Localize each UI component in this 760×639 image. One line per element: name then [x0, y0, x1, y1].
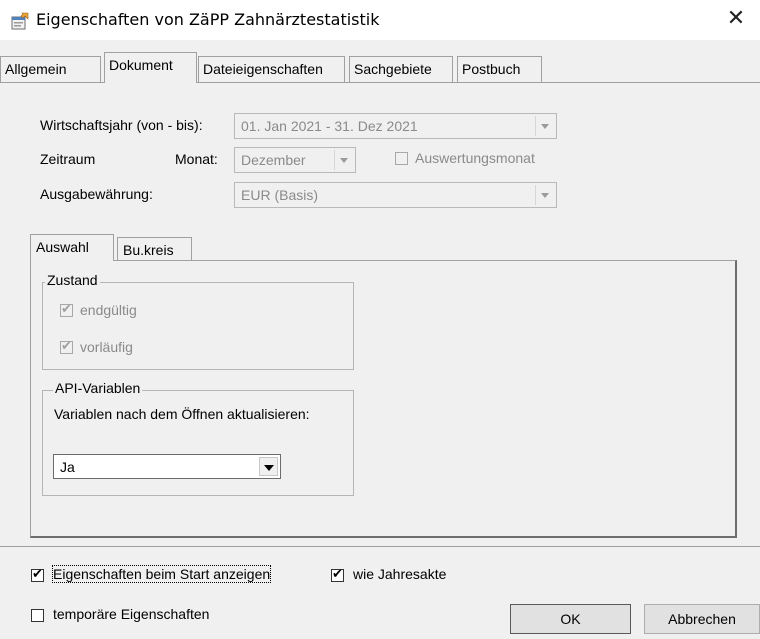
properties-icon: [11, 12, 29, 30]
preliminary-checkbox[interactable]: ✔: [60, 339, 73, 354]
temporary-properties-checkbox[interactable]: [31, 609, 44, 622]
final-label: endgültig: [80, 302, 137, 318]
checkmark-icon: ✔: [32, 567, 43, 582]
evaluation-month-label: Auswertungsmonat: [415, 150, 535, 166]
fiscal-year-value: 01. Jan 2021 - 31. Dez 2021: [241, 118, 418, 134]
final-checkbox[interactable]: ✔: [60, 302, 73, 317]
tab-postbuch[interactable]: Postbuch: [457, 56, 542, 82]
month-value: Dezember: [241, 152, 306, 168]
month-label: Monat:: [175, 151, 218, 167]
state-groupbox: [42, 282, 354, 370]
preliminary-label: vorläufig: [80, 339, 133, 355]
chevron-down-icon[interactable]: [535, 185, 554, 205]
tab-allgemein[interactable]: Allgemein: [0, 56, 101, 82]
ok-button[interactable]: OK: [510, 604, 631, 634]
window-title: Eigenschaften von ZäPP Zahnärztestatisti…: [36, 10, 380, 29]
evaluation-month-checkbox[interactable]: [395, 152, 408, 165]
tab-sachgebiete[interactable]: Sachgebiete: [349, 56, 453, 82]
period-label: Zeitraum: [40, 151, 96, 167]
checkmark-icon: ✔: [61, 339, 72, 354]
footer-separator: [0, 546, 760, 547]
checkmark-icon: ✔: [61, 302, 72, 317]
currency-combo[interactable]: EUR (Basis): [234, 182, 557, 208]
show-on-start-checkbox[interactable]: ✔: [31, 567, 44, 582]
title-bar: Eigenschaften von ZäPP Zahnärztestatisti…: [0, 0, 760, 40]
api-variables-title: API-Variablen: [53, 380, 143, 396]
currency-label: Ausgabewährung:: [40, 186, 153, 202]
temporary-properties-label: temporäre Eigenschaften: [53, 606, 210, 622]
fiscal-year-combo[interactable]: 01. Jan 2021 - 31. Dez 2021: [234, 113, 557, 139]
month-combo[interactable]: Dezember: [234, 147, 356, 173]
currency-value: EUR (Basis): [241, 187, 319, 203]
checkmark-icon: ✔: [332, 567, 343, 582]
tab-auswahl[interactable]: Auswahl: [30, 234, 114, 261]
tab-bukreis[interactable]: Bu.kreis: [117, 237, 192, 261]
chevron-down-icon[interactable]: [334, 150, 353, 170]
cancel-button[interactable]: Abbrechen: [644, 604, 760, 634]
state-group-title: Zustand: [45, 272, 100, 288]
show-on-start-label[interactable]: Eigenschaften beim Start anzeigen: [51, 565, 272, 583]
api-variables-value: Ja: [60, 459, 75, 475]
like-annual-label: wie Jahresakte: [353, 566, 447, 582]
api-variables-description: Variablen nach dem Öffnen aktualisieren:: [54, 406, 310, 422]
close-icon[interactable]: ✕: [724, 7, 748, 31]
main-tabs: Allgemein Dokument Dateieigenschaften Sa…: [0, 52, 760, 83]
chevron-down-icon[interactable]: [535, 116, 554, 136]
fiscal-year-label: Wirtschaftsjahr (von - bis):: [40, 117, 203, 133]
chevron-down-icon[interactable]: [259, 457, 278, 476]
like-annual-checkbox[interactable]: ✔: [331, 567, 344, 582]
tab-dokument[interactable]: Dokument: [104, 52, 197, 83]
tab-dateieigenschaften[interactable]: Dateieigenschaften: [198, 56, 345, 82]
api-variables-select[interactable]: Ja: [53, 454, 281, 479]
